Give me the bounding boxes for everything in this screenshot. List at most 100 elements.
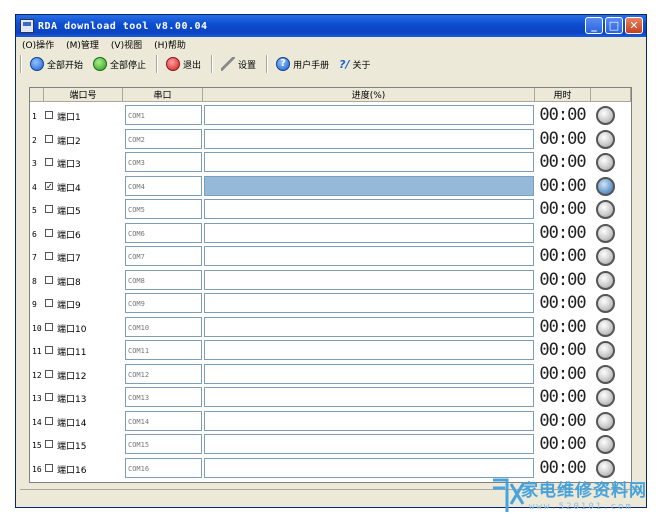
port-checkbox[interactable] [45,322,53,331]
stop-all-label: 全部停止 [110,60,147,71]
table-row[interactable]: 13 端口13 COM13 00:00 [30,386,631,410]
progress-bar [204,457,534,478]
port-checkbox[interactable] [45,416,53,425]
port-checkbox[interactable] [45,134,53,143]
power-icon [166,57,181,71]
status-led-icon [596,341,615,360]
table-row[interactable]: 6 端口6 COM6 00:00 [30,222,631,246]
status-led-icon [596,153,615,172]
progress-bar [204,387,534,407]
status-led-icon [596,129,615,149]
com-field[interactable]: COM5 [125,199,202,219]
menu-manage[interactable]: (M)管理 [66,38,99,51]
port-label: 端口13 [57,395,87,405]
com-field[interactable]: COM9 [125,293,202,313]
watermark-text: 家电维修资料网 [521,481,647,501]
table-row[interactable]: 3 端口3 COM3 00:00 [30,151,631,175]
port-label: 端口5 [57,207,81,217]
about-button[interactable]: ?/ 关于 [339,54,370,74]
port-label: 端口12 [57,371,87,382]
progress-bar [204,269,534,290]
table-row[interactable]: 5 端口5 COM5 00:00 [30,198,631,222]
com-field[interactable]: COM11 [125,340,202,360]
menu-view[interactable]: (V)视图 [111,38,142,51]
manual-button[interactable]: ? 用户手册 [276,54,329,74]
elapsed-time: 00:00 [539,175,586,196]
port-checkbox[interactable] [45,111,53,119]
com-field[interactable]: COM4 [125,175,202,196]
maximize-button[interactable]: □ [605,17,623,34]
header-status [591,88,631,102]
port-label: 端口10 [57,324,87,335]
table-row[interactable]: 15 端口15 COM15 00:00 [30,433,631,457]
port-checkbox[interactable] [45,275,53,284]
port-checkbox[interactable] [45,228,53,237]
com-field[interactable]: COM10 [125,316,202,337]
port-checkbox[interactable] [45,252,53,260]
port-label: 端口2 [57,136,81,147]
header-time[interactable]: 用时 [535,88,591,102]
progress-bar [204,152,534,172]
com-field[interactable]: COM15 [125,434,202,454]
minimize-button[interactable]: _ [585,17,603,34]
port-checkbox[interactable] [45,463,53,472]
progress-bar [204,293,534,313]
elapsed-time: 00:00 [539,199,586,219]
com-field[interactable]: COM16 [125,457,202,478]
com-field[interactable]: COM7 [125,246,202,266]
port-checkbox[interactable] [45,205,53,213]
row-number: 13 [32,394,42,403]
com-field[interactable]: COM3 [125,152,202,172]
com-field[interactable]: COM13 [125,387,202,407]
com-field[interactable]: COM12 [125,363,202,384]
settings-button[interactable]: 设置 [221,54,256,74]
menu-help[interactable]: (H)帮助 [154,38,186,51]
row-number: 10 [32,323,42,333]
exit-button[interactable]: 退出 [166,54,201,74]
progress-bar [204,222,534,243]
header-progress[interactable]: 进度(%) [203,88,535,102]
port-checkbox[interactable] [45,393,53,401]
elapsed-time: 00:00 [539,222,586,243]
table-row[interactable]: 7 端口7 COM7 00:00 [30,245,631,269]
table-row[interactable]: 1 端口1 COM1 00:00 [30,104,631,128]
maximize-icon: □ [608,19,620,32]
progress-bar [204,340,534,360]
port-checkbox[interactable] [45,299,53,307]
table-row[interactable]: 11 端口11 COM11 00:00 [30,339,631,363]
row-number: 8 [32,276,37,286]
table-row[interactable]: 2 端口2 COM2 00:00 [30,128,631,152]
table-row[interactable]: 14 端口14 COM14 00:00 [30,410,631,434]
toolbar-separator [156,55,159,73]
close-button[interactable]: ✕ [625,17,643,34]
com-field[interactable]: COM2 [125,128,202,149]
table-row[interactable]: 10 端口10 COM10 00:00 [30,316,631,340]
title-bar[interactable]: RDA download tool v8.00.04 _ □ ✕ [16,15,646,37]
menu-operate[interactable]: (O)操作 [22,38,54,51]
stop-all-button[interactable]: 全部停止 [93,54,146,74]
elapsed-time: 00:00 [539,363,586,384]
port-checkbox[interactable] [45,440,53,448]
port-label: 端口8 [57,277,81,288]
com-field[interactable]: COM8 [125,269,202,290]
port-checkbox[interactable] [45,369,53,378]
com-field[interactable]: COM6 [125,222,202,243]
start-all-button[interactable]: 全部开始 [30,54,83,74]
port-checkbox[interactable] [45,158,53,166]
app-icon [20,19,34,33]
header-com[interactable]: 串口 [123,88,203,102]
header-port[interactable]: 端口号 [44,88,123,102]
table-row[interactable]: 9 端口9 COM9 00:00 [30,292,631,316]
port-checkbox[interactable] [45,346,53,354]
com-field[interactable]: COM1 [125,105,202,125]
table-row[interactable]: 4 ✓ 端口4 COM4 00:00 [30,175,631,199]
window-title: RDA download tool v8.00.04 [38,20,208,32]
port-checkbox[interactable]: ✓ [45,181,53,190]
status-led-icon [596,176,615,196]
table-row[interactable]: 12 端口12 COM12 00:00 [30,363,631,387]
close-icon: ✕ [629,19,639,32]
table-row[interactable]: 8 端口8 COM8 00:00 [30,269,631,293]
progress-bar [204,246,534,266]
com-field[interactable]: COM14 [125,410,202,431]
port-label: 端口1 [57,113,81,123]
